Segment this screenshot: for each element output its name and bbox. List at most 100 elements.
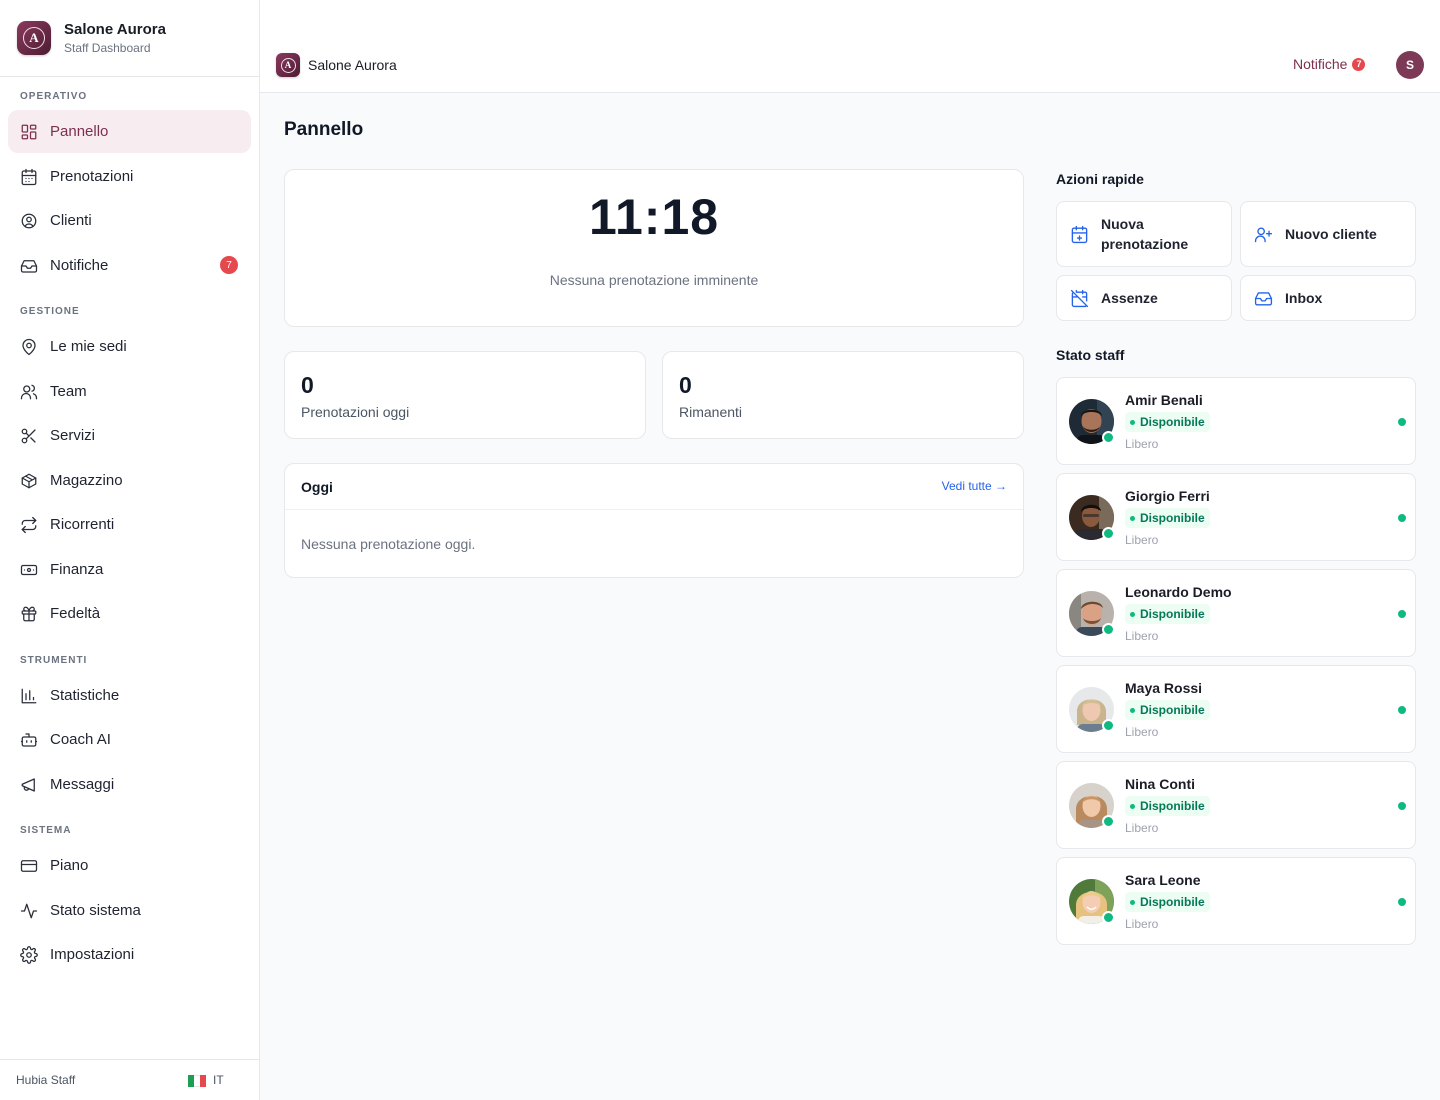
megaphone-icon [21,777,35,792]
online-indicator [1102,623,1115,636]
staff-note: Libero [1125,629,1159,643]
notifications-label: Notifiche [1293,56,1348,72]
section-gestione: GESTIONE [20,306,80,317]
status-badge: Disponibile [1125,412,1210,432]
sidebar-item-label: Servizi [50,427,96,444]
sidebar-item-label: Messaggi [50,776,115,793]
new-client-button[interactable]: Nuovo cliente [1240,201,1416,267]
bar-chart-icon [21,688,37,703]
staff-card[interactable]: Giorgio Ferri Disponibile Libero [1056,473,1416,561]
sidebar-item-statistiche[interactable]: Statistiche [8,674,251,717]
see-all-link[interactable]: Vedi tutte → [942,479,1007,493]
brand-subtitle: Staff Dashboard [64,40,151,55]
sidebar-item-label: Impostazioni [50,946,135,963]
notification-badge: 7 [220,256,238,274]
sidebar-item-label: Coach AI [50,731,111,748]
sidebar: A Salone Aurora Staff Dashboard OPERATIV… [0,0,260,1100]
sidebar-item-clienti[interactable]: Clienti [8,199,251,242]
staff-status-title: Stato staff [1056,347,1125,363]
sidebar-item-finanza[interactable]: Finanza [8,548,251,591]
sidebar-item-fedelta[interactable]: Fedeltà [8,592,251,635]
sidebar-item-label: Le mie sedi [50,338,127,355]
today-empty-message: Nessuna prenotazione oggi. [301,536,476,552]
sidebar-item-coach-ai[interactable]: Coach AI [8,718,251,761]
sidebar-item-label: Notifiche [50,257,109,274]
sidebar-item-label: Fedeltà [50,605,101,622]
notification-badge: 7 [1352,57,1366,71]
online-indicator [1102,719,1115,732]
section-strumenti: STRUMENTI [20,655,88,666]
sidebar-item-pannello[interactable]: Pannello [8,110,251,153]
language-selector[interactable]: IT [213,1073,224,1087]
staff-card[interactable]: Nina Conti Disponibile Libero [1056,761,1416,849]
status-badge: Disponibile [1125,604,1210,624]
sidebar-brand[interactable]: A Salone Aurora Staff Dashboard [0,0,259,77]
quick-action-label: Assenze [1101,290,1158,306]
sidebar-item-label: Finanza [50,561,104,578]
availability-dot [1398,706,1406,714]
user-circle-icon [21,213,37,228]
users-icon [20,384,38,399]
sidebar-item-team[interactable]: Team [8,370,251,413]
sidebar-item-label: Magazzino [50,472,123,489]
user-avatar[interactable]: S [1396,51,1424,79]
online-indicator [1102,527,1115,540]
status-badge: Disponibile [1125,892,1210,912]
availability-dot [1398,802,1406,810]
inbox-icon [1254,291,1273,306]
inbox-icon [20,259,38,273]
stat-label: Rimanenti [679,404,743,420]
clock-note: Nessuna prenotazione imminente [549,272,759,288]
today-title: Oggi [301,479,333,495]
sidebar-item-magazzino[interactable]: Magazzino [8,459,251,502]
staff-card[interactable]: Sara Leone Disponibile Libero [1056,857,1416,945]
absences-button[interactable]: Assenze [1056,275,1232,321]
stat-value: 0 [679,372,692,398]
stat-label: Prenotazioni oggi [301,404,410,420]
staff-card[interactable]: Maya Rossi Disponibile Libero [1056,665,1416,753]
brand-logo: A [276,53,300,77]
italy-flag-icon[interactable] [188,1075,206,1087]
sidebar-item-label: Clienti [50,212,92,229]
calendar-icon [21,168,37,185]
stat-value: 0 [301,372,314,398]
staff-name: Giorgio Ferri [1125,488,1210,504]
clock-time: 11:18 [588,189,720,245]
staff-note: Libero [1125,725,1159,739]
staff-name: Amir Benali [1125,392,1203,408]
sidebar-item-piano[interactable]: Piano [8,844,251,887]
sidebar-item-label: Piano [50,857,89,874]
topbar-brand[interactable]: A Salone Aurora [276,53,397,77]
sidebar-item-label: Statistiche [50,687,120,704]
sidebar-item-messaggi[interactable]: Messaggi [8,763,251,806]
sidebar-item-servizi[interactable]: Servizi [8,414,251,457]
sidebar-item-label: Team [50,383,87,400]
staff-name: Maya Rossi [1125,680,1203,696]
calendar-plus-icon [1071,225,1088,243]
staff-note: Libero [1125,821,1159,835]
sidebar-item-ricorrenti[interactable]: Ricorrenti [8,503,251,546]
sidebar-item-notifiche[interactable]: Notifiche 7 [8,244,251,287]
quick-action-label: Inbox [1285,290,1323,306]
sidebar-item-sedi[interactable]: Le mie sedi [8,325,251,368]
staff-card[interactable]: Leonardo Demo Disponibile Libero [1056,569,1416,657]
staff-card[interactable]: Amir Benali Disponibile Libero [1056,377,1416,465]
staff-note: Libero [1125,917,1159,931]
page-title: Pannello [284,119,364,140]
sidebar-item-impostazioni[interactable]: Impostazioni [8,933,251,976]
topbar: A Salone Aurora Notifiche 7 S [260,0,1440,93]
quick-actions-title: Azioni rapide [1056,171,1144,187]
sidebar-item-prenotazioni[interactable]: Prenotazioni [8,155,251,198]
inbox-button[interactable]: Inbox [1240,275,1416,321]
repeat-icon [21,516,37,533]
sidebar-item-stato-sistema[interactable]: Stato sistema [8,889,251,932]
notifications-link[interactable]: Notifiche 7 [1293,56,1366,72]
scissors-icon [21,428,36,443]
staff-name: Nina Conti [1125,776,1195,792]
section-sistema: SISTEMA [20,825,72,836]
quick-action-label: Nuova prenotazione [1101,216,1189,252]
staff-note: Libero [1125,533,1159,547]
sidebar-item-label: Prenotazioni [50,168,134,185]
sidebar-item-label: Stato sistema [50,902,141,919]
new-booking-button[interactable]: Nuova prenotazione [1056,201,1232,267]
